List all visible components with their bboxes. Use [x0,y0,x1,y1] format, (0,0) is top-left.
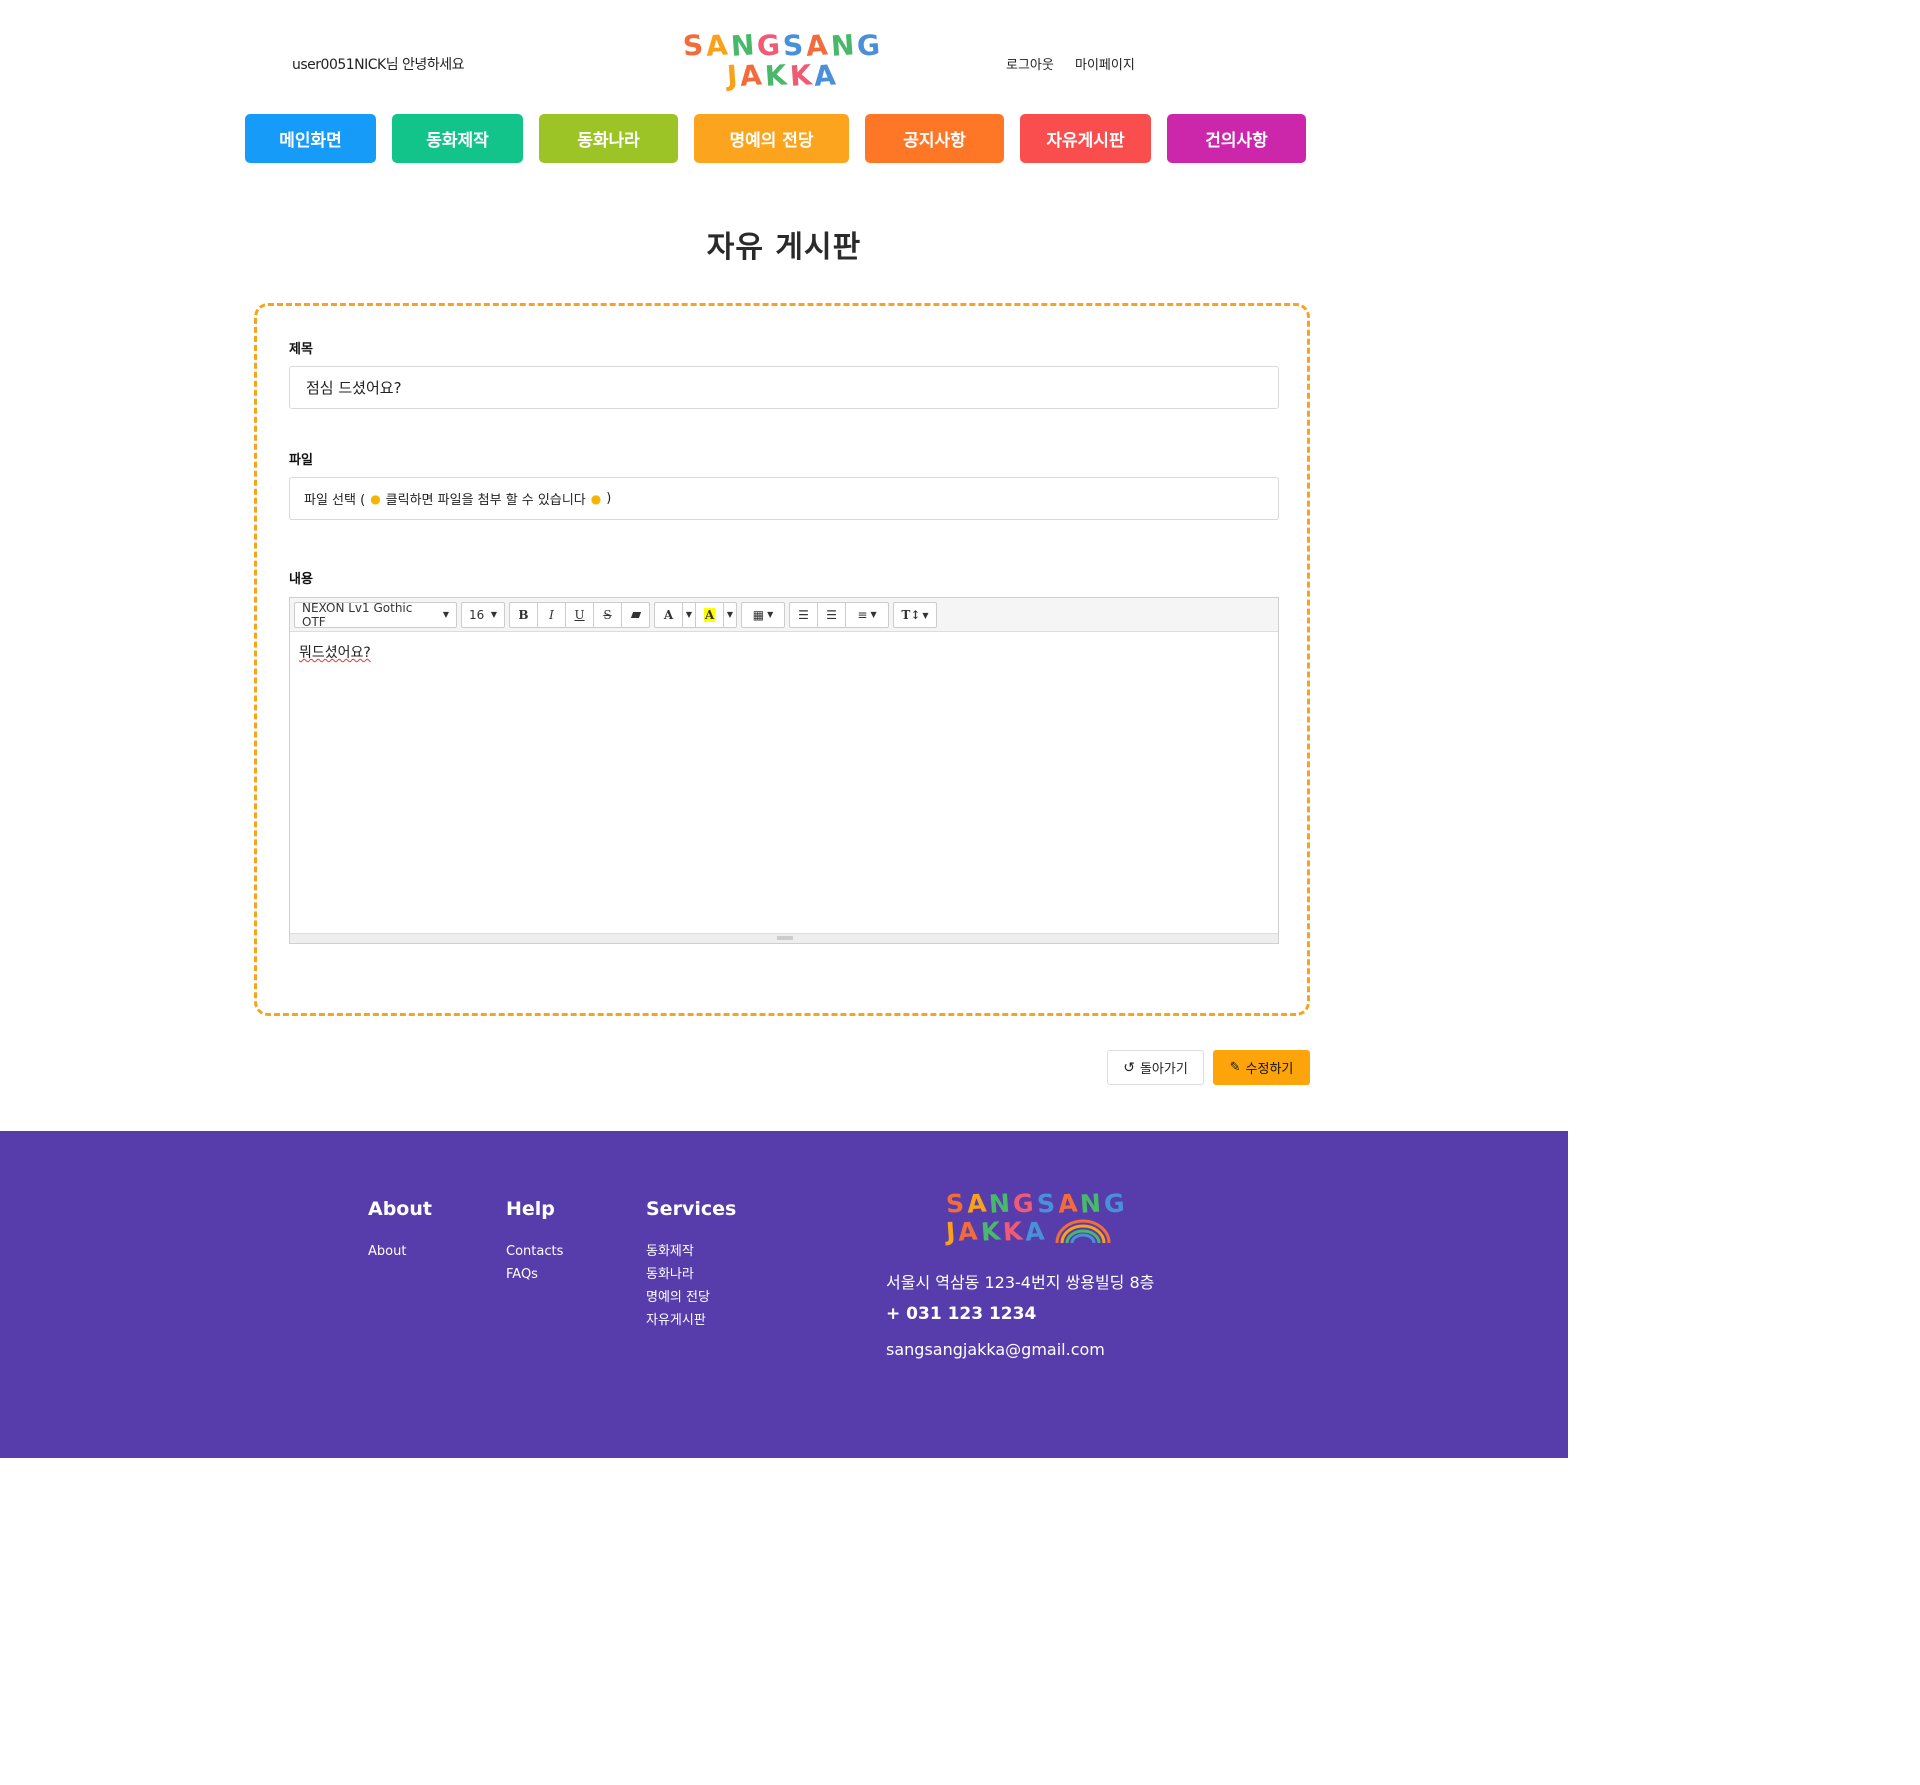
nav-free-board[interactable]: 자유게시판 [1020,114,1151,163]
font-family-dropdown[interactable]: NEXON Lv1 Gothic OTF ▼ [294,600,457,629]
edit-button[interactable]: ✎ 수정하기 [1213,1050,1310,1085]
highlight-dropdown[interactable]: ▼ [723,601,737,628]
font-size-value: 16 [469,607,485,622]
footer-services-title: Services [646,1198,737,1220]
footer-link-contacts[interactable]: Contacts [506,1240,563,1263]
chevron-down-icon: ▼ [685,610,693,619]
eraser-icon [630,611,641,618]
footer-link-story-land[interactable]: 동화나라 [646,1263,710,1286]
font-color-button[interactable]: A [654,601,683,628]
page-title: 자유 게시판 [706,230,862,265]
font-size-dropdown[interactable]: 16 ▼ [461,601,505,628]
mypage-link[interactable]: 마이페이지 [1075,54,1135,73]
logout-link[interactable]: 로그아웃 [1006,54,1054,73]
footer-link-hall-of-fame[interactable]: 명예의 전당 [646,1286,710,1309]
bold-button[interactable]: B [509,601,538,628]
highlight-button[interactable]: A [695,601,724,628]
footer-about-title: About [368,1198,432,1220]
lightbulb-icon: ● [370,491,381,506]
main-nav: 메인화면 동화제작 동화나라 명예의 전당 공지사항 자유게시판 건의사항 [245,114,1306,163]
file-label: 파일 [289,453,313,468]
back-button-label: 돌아가기 [1139,1062,1188,1077]
edit-button-label: 수정하기 [1245,1062,1294,1077]
file-input-suffix: ) [606,491,612,506]
chevron-down-icon: ▼ [726,610,734,619]
footer-address: 서울시 역삼동 123-4번지 쌍용빌딩 8층 [886,1273,1155,1292]
align-icon: ≡ [857,607,868,622]
strikethrough-button[interactable]: S [593,601,622,628]
align-dropdown[interactable]: ≡ ▼ [845,601,889,628]
line-height-dropdown[interactable]: T↕ ▼ [893,601,937,628]
nav-notice[interactable]: 공지사항 [865,114,1004,163]
footer-help-title: Help [506,1198,555,1220]
title-input[interactable]: 점심 드셨어요? [289,366,1279,409]
editor-toolbar: NEXON Lv1 Gothic OTF ▼ 16 ▼ B I U S A ▼ A … [290,598,1278,632]
lightbulb-icon: ● [590,491,602,506]
undo-icon: ↺ [1123,1059,1135,1076]
numbered-list-button[interactable]: ☰ [817,601,846,628]
numbered-list-icon: ☰ [826,607,837,622]
footer-phone: + 031 123 1234 [886,1304,1037,1324]
footer-logo: SANGSANG JAKKA [945,1188,1129,1247]
footer-link-about[interactable]: About [368,1240,406,1263]
highlight-value: A [703,607,716,622]
chevron-down-icon: ▼ [922,609,929,620]
content-label: 내용 [289,572,313,587]
underline-button[interactable]: U [565,601,594,628]
site-logo[interactable]: SANGSANG JAKKA [682,28,885,93]
chevron-down-icon: ▼ [442,610,449,619]
nav-main[interactable]: 메인화면 [245,114,376,163]
editor-content-text: 뭐드셨어요? [299,645,371,661]
rich-text-editor: NEXON Lv1 Gothic OTF ▼ 16 ▼ B I U S A ▼ A … [289,597,1279,944]
chevron-down-icon: ▼ [870,610,877,619]
footer-link-story-create[interactable]: 동화제작 [646,1240,710,1263]
file-input-hint: 클릭하면 파일을 첨부 할 수 있습니다 [385,493,586,508]
footer-link-free-board[interactable]: 자유게시판 [646,1309,710,1332]
nav-hall-of-fame[interactable]: 명예의 전당 [694,114,849,163]
table-button[interactable]: ▦ ▼ [741,601,785,628]
greeting-text: user0051NICK님 안녕하세요 [292,57,464,73]
editor-content-area[interactable]: 뭐드셨어요? [290,632,1278,933]
font-color-dropdown[interactable]: ▼ [682,601,696,628]
chevron-down-icon: ▼ [490,610,497,619]
file-input-prefix: 파일 선택 ( [304,493,366,508]
footer-link-faqs[interactable]: FAQs [506,1263,563,1286]
nav-suggestions[interactable]: 건의사항 [1167,114,1306,163]
font-family-value: NEXON Lv1 Gothic OTF [302,600,413,629]
footer-email[interactable]: sangsangjakka@gmail.com [886,1340,1105,1359]
back-button[interactable]: ↺ 돌아가기 [1107,1050,1204,1085]
title-input-value: 점심 드셨어요? [306,379,402,397]
eraser-button[interactable] [621,601,650,628]
bullet-list-button[interactable]: ☰ [789,601,818,628]
pencil-icon: ✎ [1229,1060,1241,1075]
nav-story-land[interactable]: 동화나라 [539,114,678,163]
italic-button[interactable]: I [537,601,566,628]
editor-resize-bar[interactable] [290,933,1278,943]
resize-grip-icon [777,936,793,940]
chevron-down-icon: ▼ [767,610,774,619]
bullet-list-icon: ☰ [798,607,809,622]
site-footer: About About Help Contacts FAQs Services … [0,1131,1568,1458]
nav-story-create[interactable]: 동화제작 [392,114,523,163]
file-input[interactable]: 파일 선택 ( ● 클릭하면 파일을 첨부 할 수 있습니다 ● ) [289,477,1279,520]
title-label: 제목 [289,342,313,357]
table-icon: ▦ [752,607,765,622]
rainbow-icon [1055,1219,1111,1244]
line-height-icon: T↕ [901,607,921,622]
